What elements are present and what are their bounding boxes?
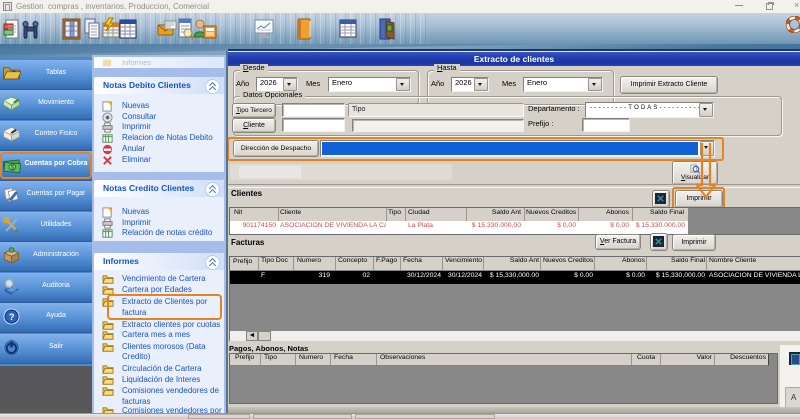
svg-text:?: ? (9, 312, 15, 323)
